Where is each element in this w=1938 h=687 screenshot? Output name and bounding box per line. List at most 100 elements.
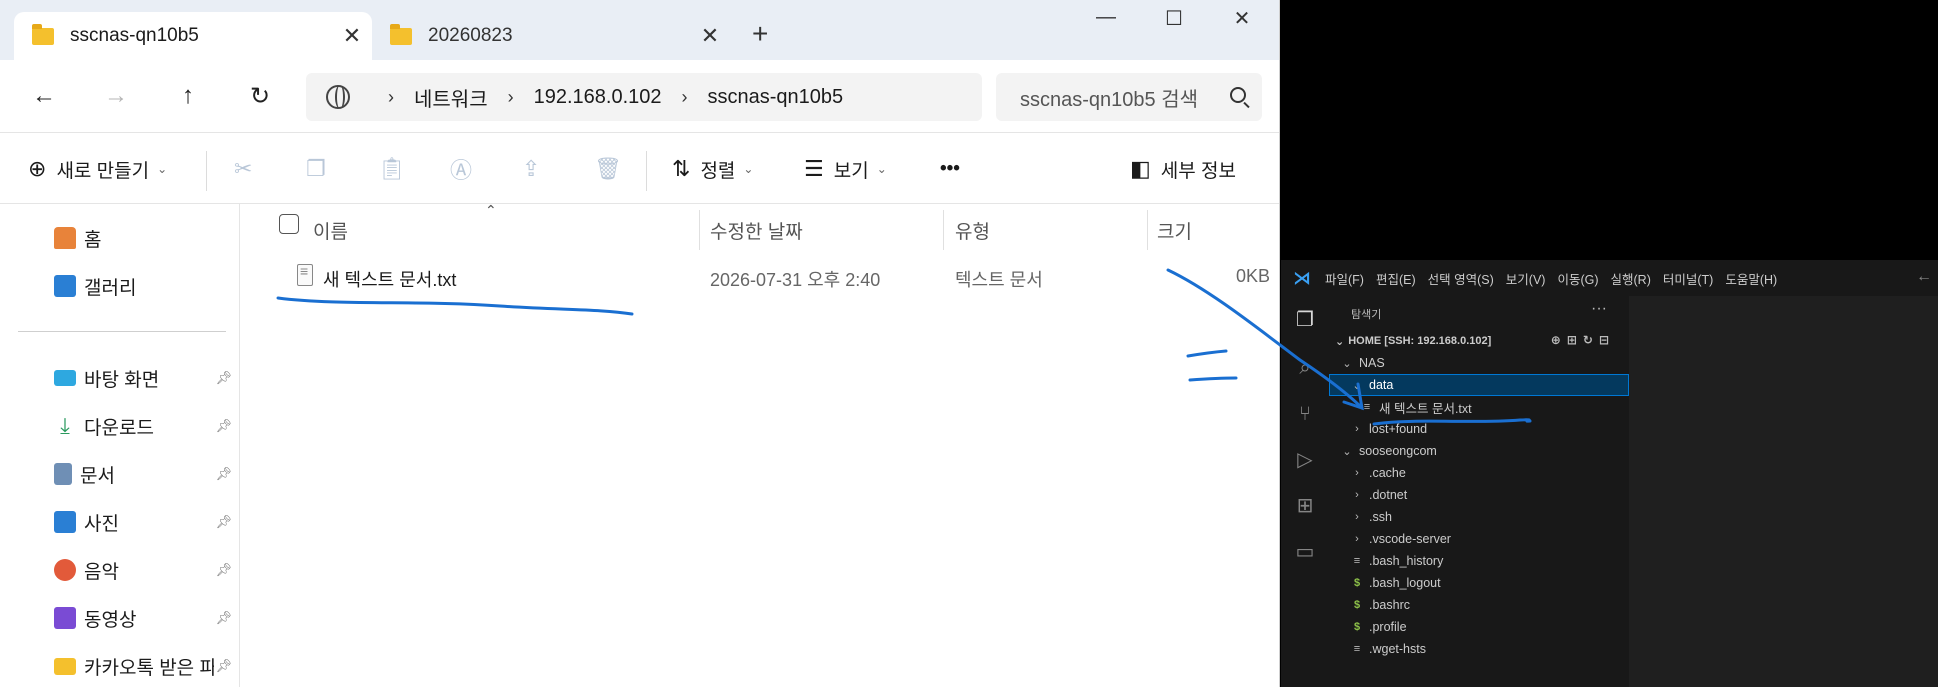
close-tab-icon[interactable]: ✕ <box>332 23 372 49</box>
sidebar-item-gallery[interactable]: 갤러리 <box>54 268 240 304</box>
source-control-icon[interactable]: ⑂ <box>1293 402 1317 426</box>
sidebar-item-music[interactable]: 음악 📌︎ <box>54 552 240 588</box>
column-header-modified[interactable]: 수정한 날짜 <box>710 214 803 246</box>
sidebar-item-home[interactable]: 홈 <box>54 220 240 256</box>
delete-button[interactable]: 🗑︎ <box>594 153 632 185</box>
back-button[interactable]: ← <box>22 74 66 118</box>
tab-sscnas[interactable]: sscnas-qn10b5 ✕ <box>14 12 372 60</box>
tree-file[interactable]: $ .profile <box>1329 616 1629 638</box>
menu-edit[interactable]: 편집(E) <box>1376 269 1416 288</box>
rename-button[interactable]: Ⓐ <box>450 153 482 185</box>
nav-back-icon[interactable]: ← <box>1916 268 1932 286</box>
maximize-button[interactable]: ☐ <box>1144 6 1204 31</box>
pin-icon[interactable]: 📌︎ <box>215 466 232 482</box>
tree-file[interactable]: $ .bash_logout <box>1329 572 1629 594</box>
address-bar[interactable]: › 네트워크 › 192.168.0.102 › sscnas-qn10b5 <box>306 73 982 121</box>
view-button[interactable]: ☰ 보기 ⌄ <box>804 153 887 185</box>
column-header-name[interactable]: 이름 <box>313 214 348 246</box>
menu-view[interactable]: 보기(V) <box>1506 269 1546 288</box>
pin-icon[interactable]: 📌︎ <box>215 658 232 674</box>
search-input[interactable]: sscnas-qn10b5 검색 <box>996 73 1262 121</box>
tree-file[interactable]: ≡ 새 텍스트 문서.txt <box>1329 396 1629 418</box>
pin-icon[interactable]: 📌︎ <box>215 610 232 626</box>
chevron-down-icon: ⌄ <box>1342 357 1352 370</box>
plus-circle-icon: ⊕ <box>28 156 47 181</box>
sidebar-item-kakaotalk[interactable]: 카카오톡 받은 파 📌︎ <box>54 648 240 684</box>
pin-icon[interactable]: 📌︎ <box>215 418 232 434</box>
menu-terminal[interactable]: 터미널(T) <box>1663 269 1713 288</box>
tree-folder[interactable]: › .cache <box>1329 462 1629 484</box>
select-all-checkbox[interactable] <box>279 214 299 234</box>
breadcrumb-separator: › <box>507 86 514 107</box>
search-icon[interactable] <box>1230 87 1246 103</box>
column-header-size[interactable]: 크기 <box>1157 214 1192 246</box>
tree-file[interactable]: ≡ .bash_history <box>1329 550 1629 572</box>
sidebar-item-videos[interactable]: 동영상 📌︎ <box>54 600 240 636</box>
remote-explorer-icon[interactable]: ▭ <box>1293 540 1317 564</box>
trash-icon: 🗑︎ <box>594 156 622 181</box>
tree-folder[interactable]: › .ssh <box>1329 506 1629 528</box>
tree-folder[interactable]: › .vscode-server <box>1329 528 1629 550</box>
sort-button-label: 정렬 <box>700 160 736 182</box>
tab-bar: sscnas-qn10b5 ✕ 20260823 ✕ + — ☐ ✕ <box>0 0 1279 60</box>
pin-icon[interactable]: 📌︎ <box>215 514 232 530</box>
sort-caret-icon: ⌃ <box>485 202 497 218</box>
tree-file[interactable]: $ .bashrc <box>1329 594 1629 616</box>
run-debug-icon[interactable]: ▷ <box>1293 448 1317 472</box>
pin-icon[interactable]: 📌︎ <box>215 370 232 386</box>
close-tab-icon[interactable]: ✕ <box>690 23 730 49</box>
file-list: ⌃ 이름 수정한 날짜 유형 크기 새 텍스트 문서.txt 2026-07-3… <box>241 202 1279 687</box>
breadcrumb-share[interactable]: sscnas-qn10b5 <box>708 86 844 109</box>
menu-file[interactable]: 파일(F) <box>1325 269 1364 288</box>
explorer-files-icon[interactable]: ❐ <box>1293 308 1317 332</box>
sidebar-item-downloads[interactable]: ⤓ 다운로드 📌︎ <box>54 408 240 444</box>
menu-selection[interactable]: 선택 영역(S) <box>1428 269 1494 288</box>
tree-folder[interactable]: ⌄ sooseongcom <box>1329 440 1629 462</box>
refresh-button[interactable]: ↻ <box>238 74 282 118</box>
sidebar-item-documents[interactable]: 문서 📌︎ <box>54 456 240 492</box>
breadcrumb-ip[interactable]: 192.168.0.102 <box>534 86 662 109</box>
section-actions-icons[interactable]: ⊕⊞↻⊟ <box>1551 333 1615 347</box>
minimize-button[interactable]: — <box>1076 6 1136 29</box>
tree-folder[interactable]: › .dotnet <box>1329 484 1629 506</box>
pin-icon[interactable]: 📌︎ <box>215 562 232 578</box>
explorer-title: 탐색기 <box>1351 309 1382 321</box>
new-button[interactable]: ⊕ 새로 만들기 ⌄ <box>28 153 167 185</box>
sidebar-item-desktop[interactable]: 바탕 화면 📌︎ <box>54 360 240 396</box>
breadcrumb-network[interactable]: 네트워크 <box>414 83 488 112</box>
extensions-icon[interactable]: ⊞ <box>1293 494 1317 518</box>
paste-button[interactable]: 📋︎ <box>378 153 416 185</box>
up-button[interactable]: ↑ <box>166 74 210 118</box>
close-window-button[interactable]: ✕ <box>1212 6 1272 31</box>
share-button[interactable]: ⇪ <box>522 153 550 185</box>
details-pane-button[interactable]: ◧ 세부 정보 <box>1130 153 1236 185</box>
copy-button[interactable]: ❐ <box>306 153 336 185</box>
details-pane-icon: ◧ <box>1130 156 1151 181</box>
tab-20260823[interactable]: 20260823 ✕ <box>372 12 730 60</box>
sidebar-item-label: 동영상 <box>84 609 137 631</box>
column-header-type[interactable]: 유형 <box>955 214 990 246</box>
vscode-logo-icon: ⋊ <box>1293 268 1311 288</box>
workspace-section-header[interactable]: ⌄ HOME [SSH: 192.168.0.102] ⊕⊞↻⊟ <box>1329 330 1629 352</box>
more-actions-icon[interactable]: ··· <box>1591 300 1607 318</box>
shell-file-icon: $ <box>1353 621 1361 633</box>
sort-button[interactable]: ⇅ 정렬 ⌄ <box>672 153 753 185</box>
forward-button[interactable]: → <box>94 74 138 118</box>
more-options-button[interactable]: ••• <box>940 153 960 185</box>
menu-run[interactable]: 실행(R) <box>1611 269 1651 288</box>
chevron-down-icon: ⌄ <box>1352 379 1362 392</box>
tree-item-label: .dotnet <box>1369 488 1408 502</box>
tree-folder[interactable]: ⌄ data <box>1329 374 1629 396</box>
new-tab-button[interactable]: + <box>752 18 768 50</box>
menu-help[interactable]: 도움말(H) <box>1725 269 1777 288</box>
chevron-down-icon: ⌄ <box>876 162 887 176</box>
tree-file[interactable]: ≡ .wget-hsts <box>1329 638 1629 660</box>
cut-button[interactable]: ✂ <box>234 153 262 185</box>
menu-go[interactable]: 이동(G) <box>1557 269 1598 288</box>
tree-folder[interactable]: ⌄ NAS <box>1329 352 1629 374</box>
search-icon[interactable]: ⌕ <box>1293 356 1317 380</box>
search-placeholder: sscnas-qn10b5 검색 <box>1020 88 1199 111</box>
table-row[interactable]: 새 텍스트 문서.txt 2026-07-31 오후 2:40 텍스트 문서 0… <box>241 256 1279 296</box>
sidebar-item-pictures[interactable]: 사진 📌︎ <box>54 504 240 540</box>
tree-folder[interactable]: › lost+found <box>1329 418 1629 440</box>
